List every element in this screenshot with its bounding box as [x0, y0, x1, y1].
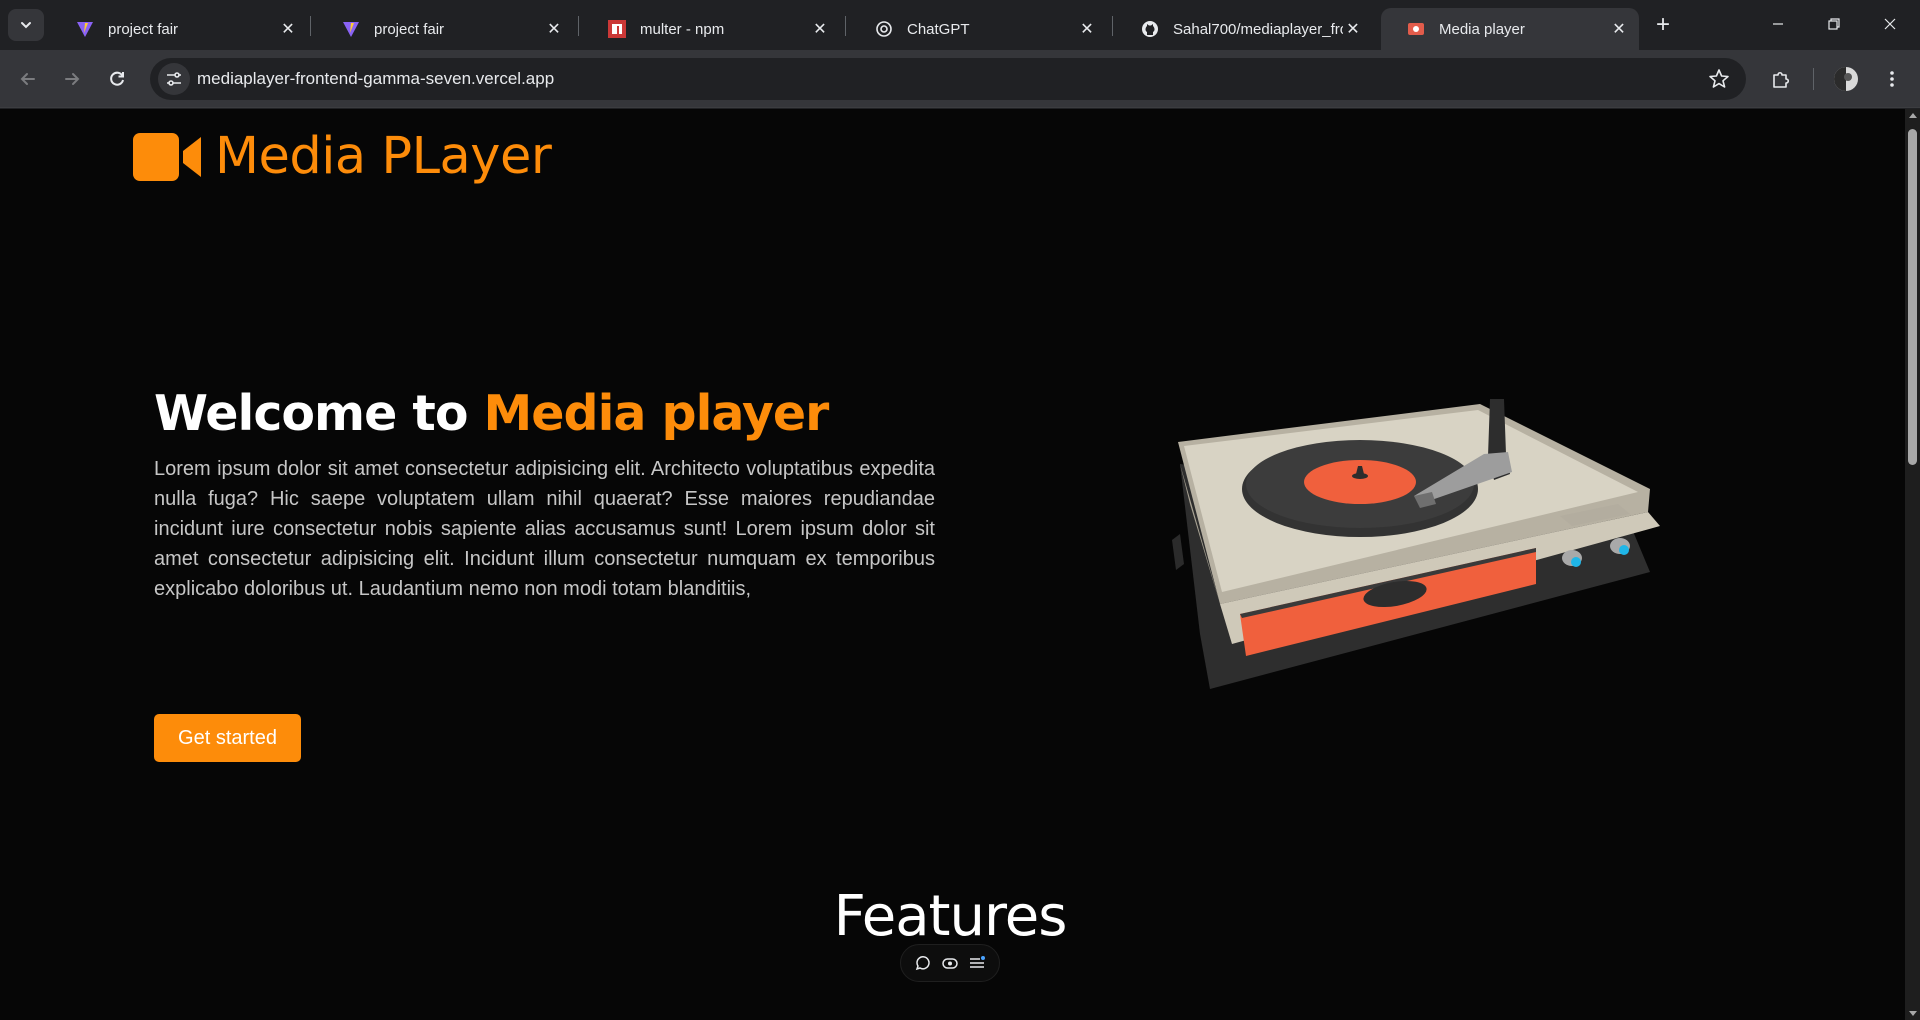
close-window-button[interactable] — [1862, 0, 1918, 48]
close-tab-icon[interactable]: ✕ — [810, 19, 830, 39]
arrow-right-icon — [65, 73, 80, 85]
toolbar-divider — [1813, 68, 1814, 90]
hero-title: Welcome to Media player — [154, 385, 830, 442]
tab-search-button[interactable] — [8, 9, 44, 41]
avatar — [1834, 67, 1858, 91]
tab-strip: project fair ✕ project fair ✕ multer - n… — [0, 0, 1920, 50]
list-menu-icon[interactable] — [967, 953, 987, 973]
close-tab-icon[interactable]: ✕ — [1609, 19, 1629, 39]
scroll-down-arrow[interactable] — [1909, 1011, 1917, 1016]
get-started-button[interactable]: Get started — [154, 714, 301, 762]
hero-title-accent: Media player — [483, 385, 830, 442]
video-camera-icon — [133, 132, 201, 181]
tab-project-fair-2[interactable]: project fair ✕ — [316, 8, 574, 50]
chevron-down-icon — [21, 22, 31, 29]
tab-separator — [310, 16, 311, 36]
puzzle-icon — [1773, 71, 1790, 88]
browser-toolbar: mediaplayer-frontend-gamma-seven.vercel.… — [0, 50, 1920, 108]
reload-button[interactable] — [101, 63, 133, 95]
vite-icon — [76, 20, 94, 38]
turntable-illustration — [1172, 399, 1660, 689]
tab-title: Sahal700/mediaplayer_frontend — [1173, 20, 1343, 38]
tab-title: ChatGPT — [907, 20, 970, 38]
reload-icon — [110, 71, 124, 86]
chatgpt-icon — [875, 20, 893, 38]
tab-title: project fair — [374, 20, 445, 38]
close-tab-icon[interactable]: ✕ — [278, 19, 298, 39]
minimize-button[interactable] — [1750, 0, 1806, 48]
close-icon — [1884, 18, 1896, 30]
npm-icon — [608, 20, 626, 38]
profile-button[interactable] — [1830, 63, 1862, 95]
tab-chatgpt[interactable]: ChatGPT ✕ — [849, 8, 1107, 50]
close-tab-icon[interactable]: ✕ — [1343, 19, 1363, 39]
brand-name: Media PLayer — [215, 127, 552, 186]
url-text[interactable]: mediaplayer-frontend-gamma-seven.vercel.… — [197, 69, 554, 89]
tab-project-fair-1[interactable]: project fair ✕ — [50, 8, 308, 50]
tab-title: project fair — [108, 20, 179, 38]
tab-title: multer - npm — [640, 20, 725, 38]
tab-multer-npm[interactable]: multer - npm ✕ — [582, 8, 840, 50]
tab-separator — [845, 16, 846, 36]
scroll-up-arrow[interactable] — [1909, 113, 1917, 118]
restore-icon — [1828, 18, 1840, 30]
bookmark-star-icon[interactable] — [1708, 68, 1730, 90]
tab-github[interactable]: Sahal700/mediaplayer_frontend ✕ — [1115, 8, 1373, 50]
page-viewport: Media PLayer Welcome to Media player Lor… — [0, 109, 1905, 1020]
page-scrollbar[interactable] — [1905, 109, 1920, 1020]
restore-button[interactable] — [1806, 0, 1862, 48]
tune-icon — [167, 72, 181, 86]
more-vertical-icon — [1890, 71, 1894, 87]
new-tab-button[interactable]: + — [1647, 10, 1679, 40]
tab-title: Media player — [1439, 20, 1525, 38]
tab-media-player[interactable]: Media player ✕ — [1381, 8, 1639, 50]
github-icon — [1141, 20, 1159, 38]
minimize-icon — [1773, 23, 1783, 25]
close-tab-icon[interactable]: ✕ — [1077, 19, 1097, 39]
tab-separator — [578, 16, 579, 36]
arrow-left-icon — [20, 73, 35, 85]
hero-title-prefix: Welcome to — [154, 385, 484, 442]
forward-button[interactable] — [56, 63, 88, 95]
eye-icon[interactable] — [940, 953, 960, 973]
site-info-button[interactable] — [158, 63, 190, 95]
features-heading: Features — [833, 884, 1068, 949]
floating-toolbar — [900, 944, 1000, 982]
scrollbar-thumb[interactable] — [1908, 129, 1917, 465]
address-bar[interactable]: mediaplayer-frontend-gamma-seven.vercel.… — [150, 58, 1746, 100]
brand[interactable]: Media PLayer — [133, 127, 552, 186]
back-button[interactable] — [12, 63, 44, 95]
extensions-button[interactable] — [1765, 63, 1797, 95]
hero-paragraph: Lorem ipsum dolor sit amet consectetur a… — [154, 458, 935, 600]
vite-icon — [342, 20, 360, 38]
close-tab-icon[interactable]: ✕ — [544, 19, 564, 39]
comment-icon[interactable] — [913, 953, 933, 973]
browser-menu-button[interactable] — [1876, 63, 1908, 95]
media-player-favicon — [1407, 20, 1425, 38]
tab-separator — [1112, 16, 1113, 36]
